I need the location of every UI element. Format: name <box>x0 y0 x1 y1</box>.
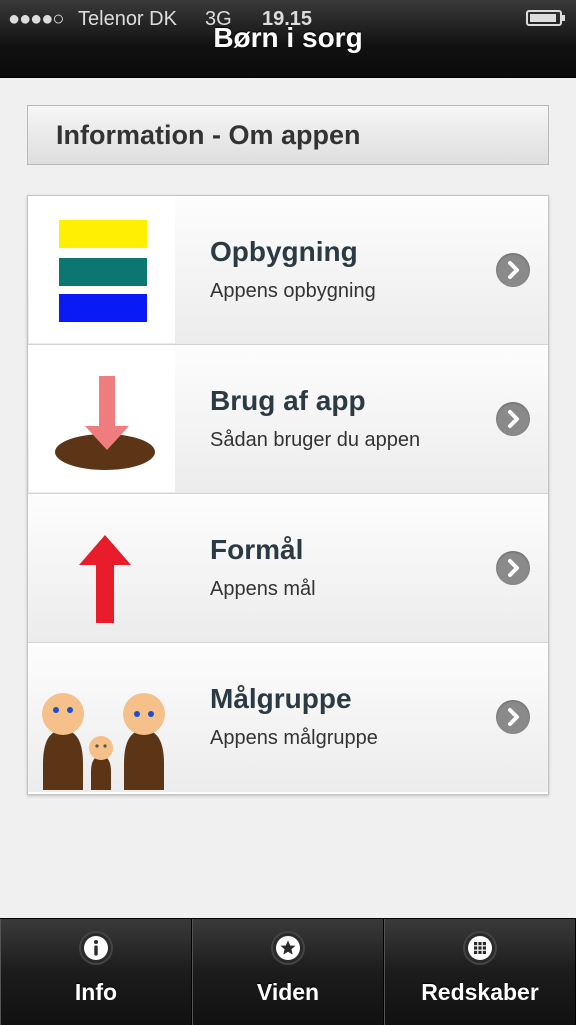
list-item-subtitle: Sådan bruger du appen <box>210 429 421 451</box>
tab-bar: Info Viden Redskaber <box>0 918 576 1025</box>
tab-label: Info <box>74 979 118 1005</box>
family-figures-icon <box>29 644 175 790</box>
page-title: Børn i sorg <box>213 22 363 53</box>
info-icon <box>79 931 113 965</box>
stacked-bars-icon <box>29 197 175 343</box>
chevron-right-icon <box>496 700 530 734</box>
list-item-maalgruppe[interactable]: Målgruppe Appens målgruppe <box>28 643 548 792</box>
list-item-title: Brug af app <box>210 385 366 416</box>
section-header: Information - Om appen <box>27 105 549 165</box>
menu-list: Opbygning Appens opbygning Brug af app S… <box>27 195 549 795</box>
arrow-into-hole-icon <box>29 346 175 492</box>
chevron-right-icon <box>496 253 530 287</box>
list-item-formaal[interactable]: Formål Appens mål <box>28 494 548 643</box>
list-item-title: Målgruppe <box>210 683 352 714</box>
chevron-right-icon <box>496 551 530 585</box>
red-up-arrow-icon <box>29 495 175 641</box>
list-item-opbygning[interactable]: Opbygning Appens opbygning <box>28 196 548 345</box>
list-item-title: Opbygning <box>210 236 358 267</box>
list-item-subtitle: Appens opbygning <box>210 280 376 302</box>
tab-viden[interactable]: Viden <box>192 919 384 1025</box>
grid-icon <box>463 931 497 965</box>
star-icon <box>271 931 305 965</box>
tab-redskaber[interactable]: Redskaber <box>384 919 576 1025</box>
chevron-right-icon <box>496 402 530 436</box>
tab-label: Redskaber <box>421 979 539 1005</box>
list-item-subtitle: Appens målgruppe <box>210 727 378 749</box>
tab-info[interactable]: Info <box>0 919 192 1025</box>
tab-label: Viden <box>256 979 320 1005</box>
navigation-bar: ●●●●○ Telenor DK 3G 19.15 Børn i sorg <box>0 0 576 78</box>
list-item-title: Formål <box>210 534 304 565</box>
list-item-subtitle: Appens mål <box>210 578 316 600</box>
list-item-brug-af-app[interactable]: Brug af app Sådan bruger du appen <box>28 345 548 494</box>
